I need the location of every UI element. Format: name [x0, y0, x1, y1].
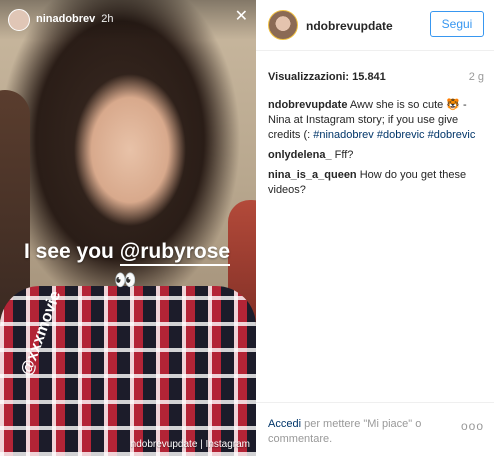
comment-username[interactable]: onlydelena_ — [268, 149, 332, 161]
background-person — [0, 90, 30, 320]
comment-item: nina_is_a_queen How do you get these vid… — [268, 168, 488, 198]
comment-text: Fff? — [331, 149, 354, 161]
profile-avatar[interactable] — [268, 10, 298, 40]
hashtag-link[interactable]: #dobrevic — [377, 129, 425, 141]
post-sidebar: ndobrevupdate Segui Visualizzazioni: 15.… — [256, 0, 494, 456]
overlay-text-prefix: I see you — [24, 240, 120, 263]
login-link[interactable]: Accedi — [268, 418, 301, 430]
more-options-icon[interactable]: ooo — [461, 419, 484, 433]
hashtag-link[interactable]: #dobrevic — [428, 129, 476, 141]
story-username-text[interactable]: ninadobrev — [36, 13, 95, 25]
post-header: ndobrevupdate Segui — [256, 0, 494, 51]
comments-list: ndobrevupdate Aww she is so cute 🐯 - Nin… — [268, 98, 488, 203]
story-time: 2h — [101, 13, 114, 25]
post-age[interactable]: 2 g — [469, 71, 484, 83]
comment-username[interactable]: nina_is_a_queen — [268, 169, 357, 181]
login-prompt: Accedi per mettere "Mi piace" o commenta… — [268, 417, 448, 447]
comment-username[interactable]: ndobrevupdate — [268, 99, 347, 111]
post-footer: Accedi per mettere "Mi piace" o commenta… — [256, 402, 494, 445]
watermark: ndobrevupdate | Instagram — [130, 439, 250, 450]
eyes-emoji: 👀 — [114, 270, 136, 290]
story-media: ninadobrev 2h ✕ I see you @rubyrose 👀 @xx… — [0, 0, 256, 456]
hashtag-link[interactable]: #ninadobrev — [313, 129, 374, 141]
profile-username[interactable]: ndobrevupdate — [306, 19, 393, 33]
comment-item: onlydelena_ Fff? — [268, 148, 488, 163]
plaid-shirt — [0, 286, 256, 456]
view-count: Visualizzazioni: 15.841 — [268, 71, 386, 83]
story-avatar[interactable] — [8, 9, 30, 31]
story-overlay-text: I see you @rubyrose — [24, 240, 231, 266]
overlay-handle: @rubyrose — [119, 240, 231, 266]
close-icon[interactable]: ✕ — [235, 9, 248, 25]
comment-item: ndobrevupdate Aww she is so cute 🐯 - Nin… — [268, 98, 488, 143]
story-username[interactable]: ninadobrev 2h — [36, 13, 114, 25]
follow-button[interactable]: Segui — [430, 11, 484, 37]
